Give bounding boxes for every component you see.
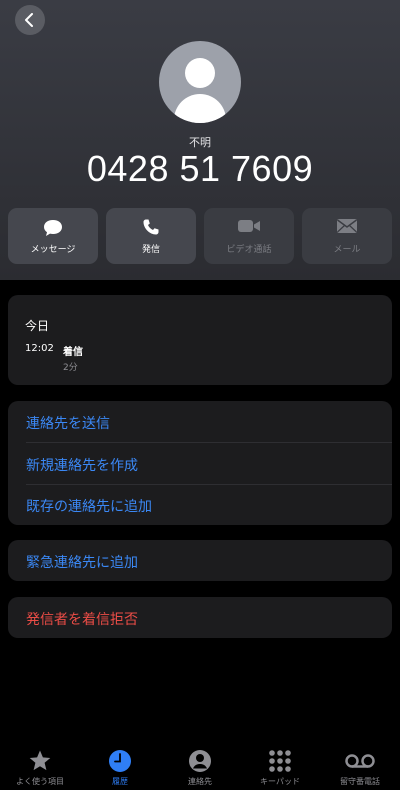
tab-recents[interactable]: 履歴: [80, 740, 160, 790]
call-history-card: 今日 12:02 着信 2分: [8, 295, 392, 385]
contact-actions-card: 連絡先を送信 新規連絡先を作成 既存の連絡先に追加: [8, 401, 392, 525]
tab-contacts-label: 連絡先: [188, 777, 212, 786]
call-button[interactable]: 発信: [106, 208, 196, 264]
message-button[interactable]: メッセージ: [8, 208, 98, 264]
call-duration: 2分: [63, 363, 78, 373]
keypad-icon: [269, 750, 291, 772]
star-icon: [29, 750, 51, 771]
voicemail-icon: [345, 754, 375, 768]
mail-label: メール: [333, 245, 361, 255]
emergency-card: 緊急連絡先に追加: [8, 540, 392, 581]
call-time: 12:02: [25, 343, 54, 354]
message-bubble-icon: [44, 220, 62, 236]
person-circle-icon: [189, 750, 211, 772]
tab-keypad-label: キーパッド: [260, 777, 300, 786]
video-camera-icon: [238, 220, 260, 232]
block-caller-label: 発信者を着信拒否: [26, 612, 138, 628]
video-call-label: ビデオ通話: [226, 245, 272, 255]
quick-actions: メッセージ 発信 ビデオ通話 メール: [8, 208, 392, 264]
create-contact-row[interactable]: 新規連絡先を作成: [8, 443, 392, 485]
call-label: 発信: [141, 245, 160, 255]
message-label: メッセージ: [30, 245, 76, 255]
contact-header: 不明 0428 51 7609 メッセージ 発信 ビデオ通話 メール: [0, 0, 400, 280]
envelope-icon: [337, 219, 357, 233]
add-existing-contact-label: 既存の連絡先に追加: [26, 499, 152, 515]
back-button[interactable]: [15, 5, 45, 35]
share-contact-row[interactable]: 連絡先を送信: [8, 401, 392, 443]
clock-icon: [109, 750, 131, 772]
add-existing-contact-row[interactable]: 既存の連絡先に追加: [8, 484, 392, 526]
tab-bar: よく使う項目 履歴 連絡先 キーパッド 留守番電話: [0, 740, 400, 790]
add-emergency-contact-label: 緊急連絡先に追加: [26, 555, 138, 571]
phone-number[interactable]: 0428 51 7609: [0, 148, 400, 190]
video-call-button[interactable]: ビデオ通話: [204, 208, 294, 264]
tab-favorites-label: よく使う項目: [16, 777, 64, 786]
tab-favorites[interactable]: よく使う項目: [0, 740, 80, 790]
tab-voicemail[interactable]: 留守番電話: [320, 740, 400, 790]
avatar: [159, 41, 241, 123]
mail-button[interactable]: メール: [302, 208, 392, 264]
chevron-left-icon: [25, 13, 33, 27]
call-type: 着信: [63, 347, 83, 358]
add-emergency-contact-row[interactable]: 緊急連絡先に追加: [8, 540, 392, 581]
share-contact-label: 連絡先を送信: [26, 416, 110, 432]
tab-voicemail-label: 留守番電話: [340, 777, 380, 786]
history-date: 今日: [25, 319, 50, 333]
tab-contacts[interactable]: 連絡先: [160, 740, 240, 790]
block-card: 発信者を着信拒否: [8, 597, 392, 638]
create-contact-label: 新規連絡先を作成: [26, 458, 138, 474]
tab-recents-label: 履歴: [112, 777, 128, 786]
tab-keypad[interactable]: キーパッド: [240, 740, 320, 790]
block-caller-row[interactable]: 発信者を着信拒否: [8, 597, 392, 638]
phone-icon: [143, 219, 159, 235]
